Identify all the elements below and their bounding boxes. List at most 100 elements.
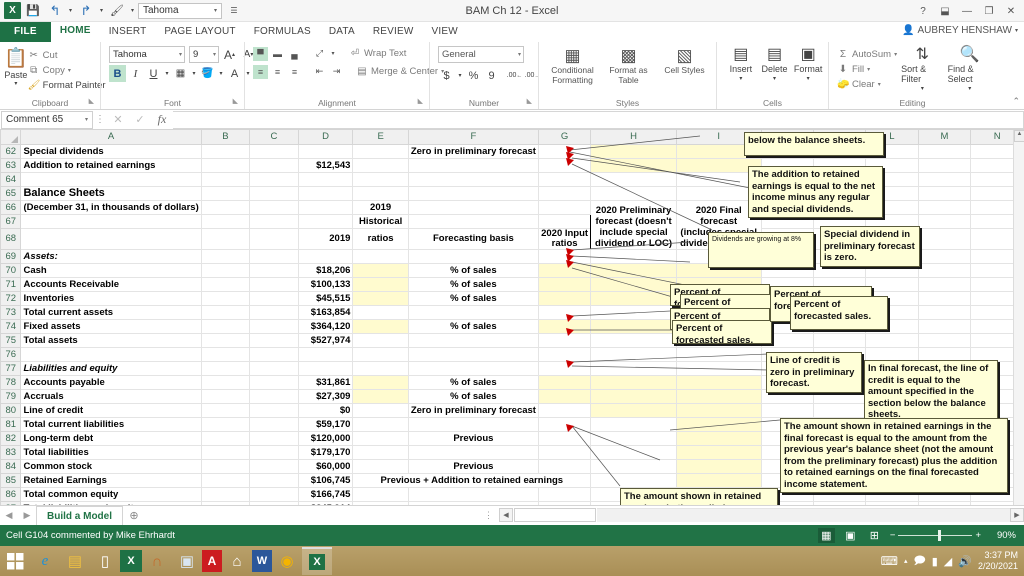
cell-D65[interactable]: [298, 185, 354, 201]
account-chip[interactable]: 👤 AUBREY HENSHAW ▾: [902, 25, 1018, 36]
cell-C66[interactable]: [249, 200, 299, 215]
cell-H70[interactable]: [590, 263, 677, 278]
cell-L75[interactable]: [865, 333, 919, 348]
cell-B71[interactable]: [201, 277, 251, 292]
cell-C65[interactable]: [249, 185, 299, 201]
cell-A84[interactable]: Common stock: [20, 459, 202, 474]
row-header-63[interactable]: 63: [0, 157, 22, 173]
notification-icon[interactable]: 🗩: [914, 552, 926, 571]
help-icon[interactable]: ?: [912, 1, 934, 21]
tab-page-layout[interactable]: PAGE LAYOUT: [155, 22, 244, 42]
cell-B64[interactable]: [201, 172, 251, 187]
cell-H78[interactable]: [590, 375, 677, 390]
clock[interactable]: 3:37 PM 2/20/2021: [978, 550, 1018, 572]
file-explorer-icon[interactable]: ▤: [60, 547, 90, 575]
cell-A71[interactable]: Accounts Receivable: [20, 277, 202, 292]
cell-C73[interactable]: [249, 305, 299, 320]
format-painter-icon[interactable]: 🖌: [107, 2, 127, 20]
cell-A78[interactable]: Accounts payable: [20, 375, 202, 390]
font-dialog-launcher[interactable]: ◣: [233, 96, 238, 108]
cell-I84[interactable]: [676, 459, 762, 474]
clear-button[interactable]: 🧽 Clear ▾: [837, 77, 897, 92]
insert-cells-button[interactable]: ▤ Insert ▾: [725, 46, 757, 84]
row-header-86[interactable]: 86: [0, 486, 22, 502]
increase-decimal-icon[interactable]: .00 ←: [506, 67, 523, 84]
cell-D82[interactable]: $120,000: [297, 431, 354, 446]
cell-L76[interactable]: [865, 347, 919, 362]
cell-E70[interactable]: [352, 263, 409, 278]
cell-H77[interactable]: [590, 361, 677, 376]
cell-C75[interactable]: [249, 333, 299, 348]
row-header-74[interactable]: 74: [0, 318, 22, 334]
cell-E71[interactable]: [352, 277, 409, 292]
cell-E81[interactable]: [352, 417, 409, 432]
cell-D83[interactable]: $179,170: [297, 445, 354, 460]
scroll-right-arrow-icon[interactable]: ▶: [1010, 508, 1024, 522]
wrap-text-button[interactable]: ⏎ Wrap Text: [349, 46, 407, 61]
column-header-F[interactable]: F: [407, 130, 539, 145]
cell-M72[interactable]: [918, 291, 972, 306]
cell-E79[interactable]: [352, 389, 409, 404]
cell-I76[interactable]: [676, 347, 762, 362]
cell-G76[interactable]: [538, 347, 592, 362]
cell-H71[interactable]: [590, 277, 677, 292]
cell-D75[interactable]: $527,974: [297, 333, 354, 348]
cell-G81[interactable]: [538, 417, 592, 432]
cell-D86[interactable]: $166,745: [297, 487, 354, 502]
cell-C84[interactable]: [249, 459, 299, 474]
percent-format-button[interactable]: %: [465, 67, 482, 84]
cell-F75[interactable]: [408, 333, 539, 348]
cell-B77[interactable]: [201, 361, 251, 376]
cell-A80[interactable]: Line of credit: [20, 403, 202, 418]
cell-B62[interactable]: [201, 144, 251, 159]
name-box[interactable]: Comment 65 ▾: [1, 110, 93, 129]
cell-G77[interactable]: [538, 361, 592, 376]
cell-G83[interactable]: [538, 445, 592, 460]
cell-E67[interactable]: Historical: [352, 214, 409, 229]
row-header-80[interactable]: 80: [0, 402, 22, 418]
orientation-dropdown-icon[interactable]: ▾: [329, 47, 337, 61]
cell-G75[interactable]: [538, 333, 592, 348]
cell-H66[interactable]: 2020 Preliminary forecast (doesn't inclu…: [590, 200, 677, 250]
cell-G71[interactable]: [538, 277, 592, 292]
cell-E64[interactable]: [352, 172, 409, 187]
undo-icon[interactable]: ↰: [45, 2, 65, 20]
delete-cells-button[interactable]: ▤ Delete ▾: [759, 46, 791, 84]
cell-C64[interactable]: [249, 172, 299, 187]
page-break-preview-icon[interactable]: ⊞: [866, 528, 883, 543]
cell-F83[interactable]: [408, 445, 539, 460]
word-icon[interactable]: W: [252, 550, 272, 572]
cell-B74[interactable]: [201, 319, 251, 334]
insert-function-icon[interactable]: fx: [151, 112, 173, 127]
cell-F67[interactable]: [408, 214, 539, 229]
horizontal-scrollbar-thumb[interactable]: [514, 508, 596, 522]
cell-C70[interactable]: [249, 263, 299, 278]
cell-M65[interactable]: [918, 186, 972, 201]
column-header-B[interactable]: B: [200, 130, 251, 145]
number-format-box[interactable]: General ▾: [438, 46, 524, 63]
cell-G67[interactable]: [538, 214, 592, 229]
align-top-button[interactable]: ▀: [253, 46, 268, 61]
cell-H62[interactable]: [590, 144, 677, 159]
cell-F63[interactable]: [408, 158, 539, 173]
select-all-corner[interactable]: [0, 130, 22, 145]
cell-F80[interactable]: Zero in preliminary forecast: [408, 403, 539, 418]
cell-F70[interactable]: % of sales: [408, 263, 539, 278]
cell-A67[interactable]: [20, 214, 202, 229]
cell-M68[interactable]: [918, 228, 972, 250]
cell-B72[interactable]: [201, 291, 251, 306]
minimize-button[interactable]: —: [956, 1, 978, 21]
tab-review[interactable]: REVIEW: [364, 22, 423, 42]
tab-home[interactable]: HOME: [50, 22, 100, 42]
next-sheet-icon[interactable]: ▶: [18, 510, 36, 521]
cell-styles-button[interactable]: ▧ Cell Styles: [657, 46, 712, 75]
tab-file[interactable]: FILE: [0, 22, 51, 42]
borders-dropdown-icon[interactable]: ▾: [190, 65, 198, 82]
zoom-level[interactable]: 90%: [988, 530, 1016, 541]
row-header-81[interactable]: 81: [0, 416, 22, 432]
row-header-65[interactable]: 65: [0, 185, 22, 201]
cell-H72[interactable]: [590, 291, 677, 306]
cell-D72[interactable]: $45,515: [297, 291, 354, 306]
cell-G78[interactable]: [538, 375, 592, 390]
cell-B75[interactable]: [201, 333, 251, 348]
